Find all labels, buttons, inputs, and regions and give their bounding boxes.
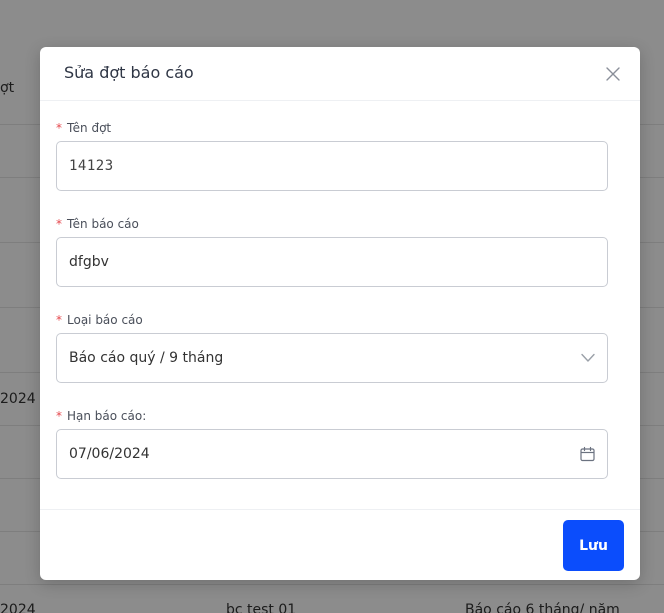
required-mark: * <box>56 409 62 423</box>
ten-bao-cao-input[interactable]: dfgbv <box>56 237 608 287</box>
close-icon <box>606 67 620 81</box>
required-mark: * <box>56 217 62 231</box>
loai-bao-cao-label: Loại báo cáo <box>67 313 143 327</box>
loai-bao-cao-select[interactable]: Báo cáo quý / 9 tháng <box>56 333 608 383</box>
loai-bao-cao-value: Báo cáo quý / 9 tháng <box>69 350 224 366</box>
form-item-loai-bao-cao: * Loại báo cáo Báo cáo quý / 9 tháng <box>56 313 608 383</box>
form-item-han-bao-cao: * Hạn báo cáo: 07/06/2024 <box>56 409 608 479</box>
required-mark: * <box>56 313 62 327</box>
calendar-icon[interactable] <box>580 446 595 462</box>
ten-bao-cao-value: dfgbv <box>69 254 109 270</box>
form-item-ten-dot: * Tên đợt 14123 <box>56 121 608 191</box>
modal-body: * Tên đợt 14123 * Tên báo cáo dfgbv * Lo… <box>40 101 640 479</box>
ten-dot-input[interactable]: 14123 <box>56 141 608 191</box>
chevron-down-icon <box>581 353 595 363</box>
ten-bao-cao-label: Tên báo cáo <box>67 217 139 231</box>
field-label: * Tên đợt <box>56 121 608 141</box>
form-item-ten-bao-cao: * Tên báo cáo dfgbv <box>56 217 608 287</box>
ten-dot-value: 14123 <box>69 158 114 174</box>
field-label: * Tên báo cáo <box>56 217 608 237</box>
han-bao-cao-label: Hạn báo cáo: <box>67 409 147 423</box>
save-button[interactable]: Lưu <box>563 520 624 571</box>
modal-footer: Lưu <box>40 509 640 580</box>
field-label: * Loại báo cáo <box>56 313 608 333</box>
close-button[interactable] <box>600 61 626 87</box>
edit-report-period-modal: Sửa đợt báo cáo * Tên đợt 14123 * Tên bá… <box>40 47 640 580</box>
han-bao-cao-datepicker[interactable]: 07/06/2024 <box>56 429 608 479</box>
han-bao-cao-value: 07/06/2024 <box>69 446 150 462</box>
modal-title: Sửa đợt báo cáo <box>64 63 194 82</box>
required-mark: * <box>56 121 62 135</box>
field-label: * Hạn báo cáo: <box>56 409 608 429</box>
modal-header: Sửa đợt báo cáo <box>40 47 640 101</box>
ten-dot-label: Tên đợt <box>67 121 112 135</box>
